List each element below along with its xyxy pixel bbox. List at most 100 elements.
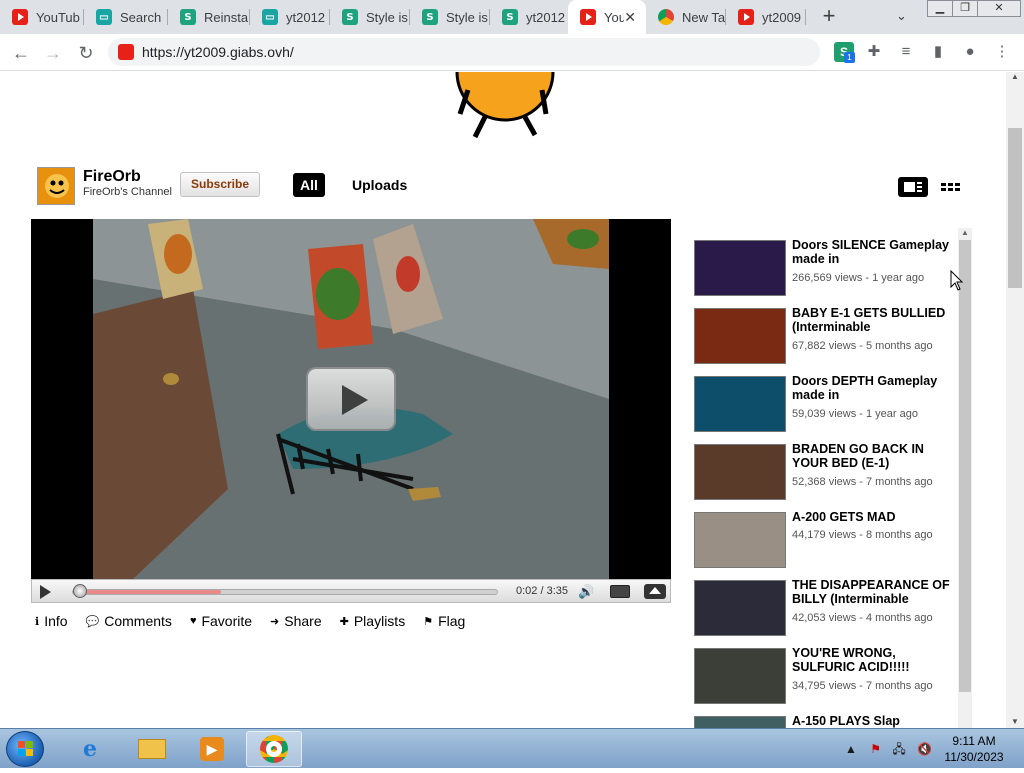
list-item[interactable]: A-150 PLAYS Slap	[694, 714, 956, 728]
page-scrollbar[interactable]: ▲ ▼	[1006, 72, 1024, 728]
playlists-action[interactable]: ✚ Playlists	[340, 613, 406, 629]
reload-icon[interactable]: ↻	[75, 42, 97, 64]
video-actions: ℹ Info 💬 Comments ♥ Favorite ➜ Share ✚ Playli…	[35, 613, 483, 629]
profile-icon[interactable]: ●	[960, 42, 980, 62]
tab-active-youtube[interactable]: You ✕	[568, 0, 646, 34]
restore-button[interactable]: ❐	[952, 0, 978, 17]
playlists-label: Playlists	[353, 613, 406, 629]
tab-label: YouTub	[36, 9, 80, 25]
expand-icon[interactable]	[644, 584, 666, 599]
tab-reinstall[interactable]: S Reinsta	[168, 0, 250, 34]
grid-view-button[interactable]	[937, 177, 967, 197]
scroll-up-arrow-icon[interactable]: ▲	[1011, 72, 1019, 81]
tab-uploads[interactable]: Uploads	[352, 177, 407, 193]
extension-badge: 1	[844, 52, 855, 63]
video-title[interactable]: Doors SILENCE Gameplay made in	[792, 238, 954, 266]
list-item[interactable]: BABY E-1 GETS BULLIED (Interminable 67,8…	[694, 306, 956, 376]
speech-bubble-icon: 💬	[85, 615, 100, 628]
start-button[interactable]	[6, 731, 44, 767]
comments-label: Comments	[104, 613, 172, 629]
player-controls: 0:02 / 3:35 🔊	[31, 579, 671, 603]
tab-style-1[interactable]: S Style is	[330, 0, 410, 34]
seek-bar[interactable]	[72, 589, 498, 595]
taskbar-clock[interactable]: 9:11 AM 11/30/2023	[936, 733, 1012, 765]
side-panel-icon[interactable]: ▮	[928, 42, 948, 62]
play-overlay-button[interactable]	[306, 367, 396, 431]
puzzle-icon[interactable]: ✚	[864, 42, 884, 62]
video-title[interactable]: A-200 GETS MAD	[792, 510, 954, 524]
list-item[interactable]: THE DISAPPEARANCE OF BILLY (Interminable…	[694, 578, 956, 648]
address-bar[interactable]: https://yt2009.giabs.ovh/	[108, 38, 820, 66]
video-thumbnail[interactable]	[694, 444, 786, 500]
flag-action[interactable]: ⚑ Flag	[423, 613, 465, 629]
video-thumbnail[interactable]	[694, 648, 786, 704]
video-thumbnail[interactable]	[694, 716, 786, 728]
media-queue-icon[interactable]: ≡	[896, 42, 916, 62]
tab-all[interactable]: All	[293, 173, 325, 197]
clock-time: 9:11 AM	[952, 734, 996, 748]
tab-youtube-1[interactable]: YouTub	[0, 0, 84, 34]
video-thumbnail[interactable]	[694, 240, 786, 296]
video-player[interactable]	[31, 219, 671, 579]
seek-handle[interactable]	[73, 584, 88, 598]
chrome-taskbar-icon[interactable]	[246, 731, 302, 767]
video-list-scrollbar[interactable]: ▲	[958, 228, 972, 728]
close-window-button[interactable]: ✕	[977, 0, 1021, 17]
scrollbar-thumb[interactable]	[1008, 128, 1022, 288]
favorite-action[interactable]: ♥ Favorite	[190, 613, 252, 629]
video-thumbnail[interactable]	[694, 376, 786, 432]
channel-name[interactable]: FireOrb	[83, 168, 141, 186]
video-title[interactable]: YOU'RE WRONG, SULFURIC ACID!!!!!	[792, 646, 954, 674]
media-player-icon[interactable]: ▶	[184, 731, 240, 767]
network-icon[interactable]: 🖧	[892, 742, 905, 756]
back-arrow-icon[interactable]: ←	[10, 42, 32, 64]
list-item[interactable]: YOU'RE WRONG, SULFURIC ACID!!!!! 34,795 …	[694, 646, 956, 716]
file-explorer-icon[interactable]	[124, 731, 180, 767]
video-thumbnail[interactable]	[694, 308, 786, 364]
scroll-up-arrow-icon[interactable]: ▲	[961, 228, 969, 237]
tab-style-2[interactable]: S Style is	[410, 0, 490, 34]
tab-yt2009[interactable]: yt2009	[726, 0, 806, 34]
tab-yt2012-a[interactable]: ▭ yt2012	[250, 0, 330, 34]
action-center-icon[interactable]: ⚑	[870, 742, 881, 756]
channel-avatar[interactable]	[37, 167, 75, 205]
player-view-button[interactable]	[898, 177, 928, 197]
video-meta: 266,569 views - 1 year ago	[792, 272, 925, 284]
forward-arrow-icon[interactable]: →	[42, 42, 64, 64]
list-item[interactable]: BRADEN GO BACK IN YOUR BED (E-1) 52,368 …	[694, 442, 956, 512]
volume-muted-icon[interactable]: 🔇	[917, 742, 932, 756]
tab-yt2012-b[interactable]: S yt2012	[490, 0, 568, 34]
volume-icon[interactable]: 🔊	[578, 584, 594, 600]
stylish-icon: S	[422, 9, 438, 25]
stylish-icon: S	[502, 9, 518, 25]
info-action[interactable]: ℹ Info	[35, 613, 68, 629]
subscribe-button[interactable]: Subscribe	[180, 172, 260, 197]
tab-search[interactable]: ▭ Search	[84, 0, 168, 34]
tab-search-chevron-icon[interactable]: ⌄	[896, 8, 907, 24]
widescreen-toggle-icon[interactable]	[610, 585, 630, 598]
menu-dots-icon[interactable]: ⋮	[992, 42, 1012, 62]
video-title[interactable]: Doors DEPTH Gameplay made in	[792, 374, 954, 402]
share-action[interactable]: ➜ Share	[270, 613, 322, 629]
tab-new-tab[interactable]: New Ta	[646, 0, 726, 34]
arrow-icon: ➜	[270, 615, 280, 628]
comments-action[interactable]: 💬 Comments	[86, 613, 172, 629]
list-item[interactable]: Doors DEPTH Gameplay made in 59,039 view…	[694, 374, 956, 444]
close-tab-icon[interactable]: ✕	[624, 9, 636, 26]
show-hidden-icons-icon[interactable]: ▲	[845, 742, 857, 756]
internet-explorer-icon[interactable]: e	[62, 731, 118, 767]
video-meta: 59,039 views - 1 year ago	[792, 408, 918, 420]
video-title[interactable]: BABY E-1 GETS BULLIED (Interminable	[792, 306, 954, 334]
video-title[interactable]: A-150 PLAYS Slap	[792, 714, 954, 728]
video-thumbnail[interactable]	[694, 512, 786, 568]
video-title[interactable]: BRADEN GO BACK IN YOUR BED (E-1)	[792, 442, 954, 470]
video-title[interactable]: THE DISAPPEARANCE OF BILLY (Interminable	[792, 578, 954, 606]
video-thumbnail[interactable]	[694, 580, 786, 636]
minimize-button[interactable]: ▁	[927, 0, 953, 17]
list-item[interactable]: A-200 GETS MAD 44,179 views - 8 months a…	[694, 510, 956, 580]
list-item[interactable]: Doors SILENCE Gameplay made in 266,569 v…	[694, 238, 956, 308]
new-tab-button[interactable]: +	[817, 5, 841, 29]
play-icon[interactable]	[40, 585, 51, 599]
scrollbar-thumb[interactable]	[959, 240, 971, 692]
scroll-down-arrow-icon[interactable]: ▼	[1011, 717, 1019, 726]
